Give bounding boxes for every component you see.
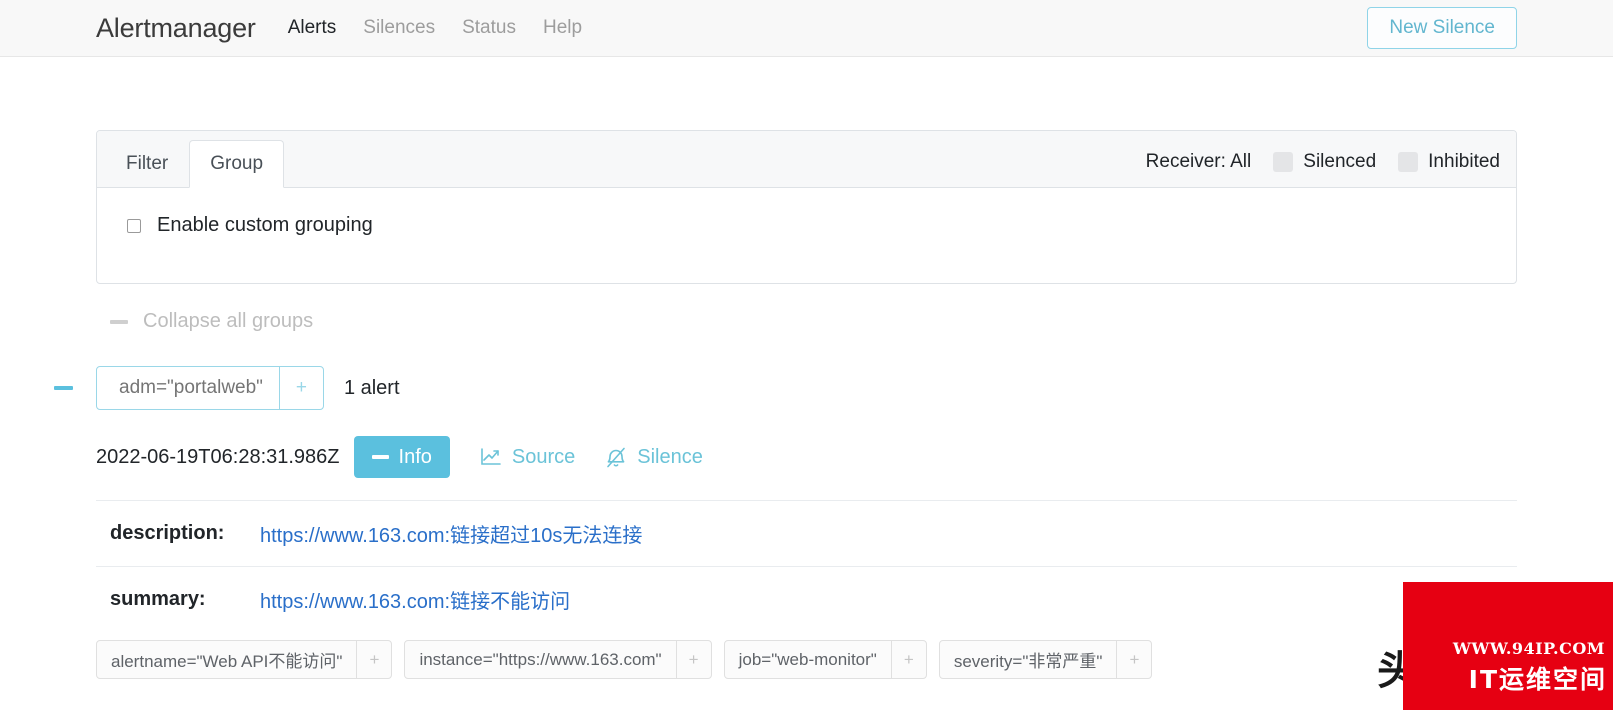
annotation-key: summary:	[110, 588, 206, 610]
alert-label-text[interactable]: job="web-monitor"	[725, 641, 891, 678]
nav-link-alerts[interactable]: Alerts	[288, 17, 337, 39]
group-label-text[interactable]: adm="portalweb"	[97, 367, 279, 409]
alert-label-plus-button[interactable]: +	[890, 641, 926, 678]
group-collapse-toggle[interactable]	[54, 386, 73, 390]
alert-label-chip: job="web-monitor" +	[723, 640, 927, 679]
silenced-toggle[interactable]: Silenced	[1273, 151, 1376, 173]
filter-card-header: Filter Group Receiver: All Silenced Inhi…	[97, 131, 1516, 188]
alert-label-text[interactable]: alertname="Web API不能访问"	[97, 641, 356, 678]
alert-label-plus-button[interactable]: +	[356, 641, 391, 678]
alert-item: 2022-06-19T06:28:31.986Z Info Source Sil…	[96, 436, 1517, 679]
group-row: adm="portalweb" + 1 alert	[54, 366, 1517, 410]
enable-custom-grouping-label: Enable custom grouping	[157, 214, 373, 236]
new-silence-button[interactable]: New Silence	[1367, 6, 1517, 50]
alert-source-link[interactable]: Source	[480, 446, 575, 469]
nav-links: Alerts Silences Status Help	[288, 17, 582, 39]
enable-custom-grouping-checkbox[interactable]	[127, 218, 141, 233]
alert-label-plus-button[interactable]: +	[675, 641, 711, 678]
silenced-toggle-box[interactable]	[1273, 152, 1294, 172]
nav-link-help[interactable]: Help	[543, 17, 582, 39]
inhibited-toggle-box[interactable]	[1398, 152, 1419, 172]
minus-icon	[371, 455, 389, 459]
alert-labels: alertname="Web API不能访问" + instance="http…	[96, 640, 1517, 679]
alert-info-label: Info	[398, 446, 432, 468]
alert-label-text[interactable]: severity="非常严重"	[940, 641, 1117, 678]
navbar: Alertmanager Alerts Silences Status Help…	[0, 0, 1613, 57]
alert-annotations: description: https://www.163.com:链接超过10s…	[96, 500, 1517, 632]
group-label-plus-button[interactable]: +	[278, 367, 323, 409]
silenced-toggle-label: Silenced	[1303, 151, 1377, 172]
app-brand: Alertmanager	[96, 12, 256, 43]
filter-header-right: Receiver: All Silenced Inhibited	[1146, 151, 1500, 187]
chart-line-icon	[480, 447, 502, 467]
alert-label-chip: severity="非常严重" +	[938, 640, 1153, 679]
annotation-value[interactable]: https://www.163.com:链接超过10s无法连接	[260, 519, 642, 548]
nav-link-status[interactable]: Status	[462, 17, 516, 39]
minus-icon	[54, 386, 73, 390]
main-container: Filter Group Receiver: All Silenced Inhi…	[0, 130, 1613, 679]
tab-group[interactable]: Group	[189, 140, 285, 188]
alert-label-text[interactable]: instance="https://www.163.com"	[405, 641, 675, 678]
receiver-label[interactable]: Receiver: All	[1146, 151, 1252, 173]
bell-slash-icon	[605, 447, 627, 468]
inhibited-toggle[interactable]: Inhibited	[1398, 151, 1500, 173]
tab-filter[interactable]: Filter	[105, 140, 189, 188]
filter-group-card: Filter Group Receiver: All Silenced Inhi…	[96, 130, 1517, 284]
alert-header-row: 2022-06-19T06:28:31.986Z Info Source Sil…	[96, 436, 1517, 478]
alert-silence-label: Silence	[637, 445, 703, 468]
filter-tabs: Filter Group	[97, 131, 285, 188]
collapse-all-groups-label: Collapse all groups	[143, 310, 314, 332]
collapse-all-groups-button[interactable]: Collapse all groups	[96, 310, 313, 333]
alert-label-plus-button[interactable]: +	[1116, 641, 1151, 678]
alert-silence-link[interactable]: Silence	[605, 446, 703, 469]
nav-link-silences[interactable]: Silences	[363, 17, 435, 39]
alert-label-chip: alertname="Web API不能访问" +	[96, 640, 393, 679]
group-alert-count: 1 alert	[343, 376, 400, 399]
annotation-key: description:	[110, 522, 225, 544]
annotation-value[interactable]: https://www.163.com:链接不能访问	[260, 585, 570, 614]
alert-source-label: Source	[511, 445, 576, 468]
annotation-row: summary: https://www.163.com:链接不能访问	[96, 566, 1517, 632]
minus-icon	[110, 319, 128, 324]
alert-label-chip: instance="https://www.163.com" +	[404, 640, 712, 679]
enable-custom-grouping-row[interactable]: Enable custom grouping	[127, 214, 1516, 237]
alert-timestamp: 2022-06-19T06:28:31.986Z	[96, 445, 340, 468]
inhibited-toggle-label: Inhibited	[1428, 151, 1500, 172]
filter-card-body: Enable custom grouping	[97, 188, 1516, 283]
alert-info-button[interactable]: Info	[353, 436, 450, 478]
page-root: Alertmanager Alerts Silences Status Help…	[0, 0, 1613, 710]
annotation-row: description: https://www.163.com:链接超过10s…	[96, 500, 1517, 566]
group-label-chip: adm="portalweb" +	[96, 366, 324, 410]
